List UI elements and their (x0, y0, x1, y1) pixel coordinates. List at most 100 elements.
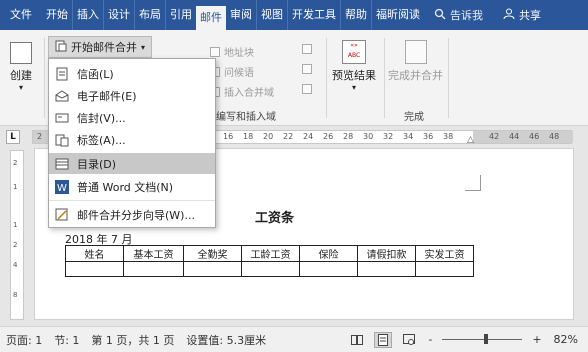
zoom-slider-knob[interactable] (484, 334, 489, 344)
table-cell[interactable] (65, 261, 124, 277)
menu-item-label: 普通 Word 文档(N) (77, 180, 174, 194)
preview-results-icon: «» ABC (342, 40, 366, 64)
insert-merge-field-button[interactable]: 插入合并域 (210, 84, 274, 99)
finish-merge-button[interactable]: 完成并合并 (388, 40, 443, 83)
status-page[interactable]: 页面: 1 (0, 332, 48, 348)
tab-view[interactable]: 视图 (256, 0, 287, 30)
word-doc-icon: W (55, 179, 69, 194)
document-title: 工资条 (255, 211, 295, 226)
menu-item-mail-merge-wizard[interactable]: 邮件合并分步向导(W)... (49, 204, 215, 225)
right-indent-marker[interactable]: △ (467, 135, 474, 145)
finish-group-label: 完成 (404, 112, 424, 123)
share-label: 共享 (519, 9, 541, 22)
tab-foxit[interactable]: 福昕阅读 (371, 0, 424, 30)
table-header-cell: 姓名 (65, 245, 124, 262)
ruler-tick: 46 (529, 132, 540, 141)
ruler-tick: 38 (443, 132, 454, 141)
menu-item-letters[interactable]: 信函(L) (49, 63, 215, 84)
tab-insert[interactable]: 插入 (72, 0, 103, 30)
menu-item-normal-word-document[interactable]: W 普通 Word 文档(N) (49, 176, 215, 197)
print-layout-icon (378, 333, 389, 346)
address-block-icon (210, 46, 220, 57)
greeting-line-label: 问候语 (224, 68, 254, 79)
insert-merge-field-label: 插入合并域 (224, 88, 274, 99)
menu-item-label: 标签(A)... (77, 133, 126, 147)
ruler-tick: 42 (489, 132, 500, 141)
tab-design[interactable]: 设计 (103, 0, 134, 30)
tab-layout[interactable]: 布局 (134, 0, 165, 30)
vruler-tick: 2 (13, 241, 18, 249)
create-button[interactable]: 创建 ▾ (10, 42, 32, 92)
ruler-tick: 48 (549, 132, 560, 141)
menu-item-email[interactable]: 电子邮件(E) (49, 85, 215, 106)
vruler-tick: 1 (13, 183, 18, 191)
vruler-tick: 1 (13, 221, 18, 229)
ruler-tick: 28 (343, 132, 354, 141)
zoom-out-button[interactable]: - (422, 333, 438, 346)
chevron-down-icon: ▾ (18, 83, 23, 92)
ribbon-separator (448, 38, 449, 118)
match-fields-icon (302, 64, 312, 74)
ruler-tick: 16 (223, 132, 234, 141)
ruler-tick: 2 (37, 132, 43, 141)
status-setting[interactable]: 设置值: 5.3厘米 (180, 332, 272, 348)
ruler-tick: 22 (283, 132, 294, 141)
preview-results-button[interactable]: «» ABC 预览结果 ▾ (332, 40, 376, 92)
chevron-down-icon: ▾ (351, 83, 356, 92)
print-layout-button[interactable] (374, 331, 393, 348)
start-mail-merge-button[interactable]: 开始邮件合并 ▾ (48, 36, 153, 58)
envelope-icon (55, 111, 69, 125)
tab-review[interactable]: 审阅 (226, 0, 256, 30)
label-icon (55, 133, 69, 147)
tab-references[interactable]: 引用 (165, 0, 196, 30)
menu-item-envelopes[interactable]: 信封(V)... (49, 107, 215, 128)
rules-button[interactable] (302, 44, 312, 54)
payroll-table[interactable]: 姓名 基本工资 全勤奖 工龄工资 保险 请假扣款 实发工资 (65, 245, 474, 277)
tab-mailings[interactable]: 邮件 (196, 6, 226, 30)
table-header-cell: 保险 (299, 245, 358, 262)
greeting-line-button[interactable]: 问候语 (210, 64, 254, 79)
zoom-in-button[interactable]: + (526, 333, 547, 346)
tab-file[interactable]: 文件 (0, 0, 42, 30)
status-page-count[interactable]: 第 1 页，共 1 页 (85, 332, 180, 348)
create-label: 创建 (10, 69, 32, 82)
vruler-tick: 8 (13, 291, 18, 299)
zoom-level[interactable]: 82% (548, 333, 588, 346)
table-cell[interactable] (415, 261, 474, 277)
tab-selector[interactable]: L (6, 130, 20, 144)
share-button[interactable]: 共享 (503, 7, 541, 23)
menu-item-directory[interactable]: 目录(D) (49, 153, 215, 174)
rules-icon (302, 44, 312, 54)
update-labels-button[interactable] (302, 84, 312, 94)
table-cell[interactable] (123, 261, 184, 277)
tab-help[interactable]: 帮助 (340, 0, 371, 30)
table-cell[interactable] (357, 261, 416, 277)
zoom-slider[interactable] (442, 334, 523, 344)
menu-item-label: 目录(D) (77, 157, 117, 171)
email-icon (55, 89, 69, 103)
finish-merge-icon (404, 40, 427, 64)
ribbon-tab-bar: 文件 开始 插入 设计 布局 引用 邮件 审阅 视图 开发工具 帮助 福昕阅读 … (0, 0, 588, 30)
search-placeholder: 告诉我 (450, 9, 483, 22)
tell-me-search[interactable]: 告诉我 (434, 7, 483, 23)
vertical-ruler[interactable]: 2 1 1 2 4 8 (10, 150, 24, 320)
menu-separator (49, 200, 215, 201)
ruler-tick: 36 (423, 132, 434, 141)
address-block-button[interactable]: 地址块 (210, 44, 254, 59)
menu-item-labels[interactable]: 标签(A)... (49, 129, 215, 150)
tab-developer[interactable]: 开发工具 (287, 0, 340, 30)
status-section[interactable]: 节: 1 (48, 332, 85, 348)
read-mode-button[interactable] (348, 332, 366, 348)
tab-home[interactable]: 开始 (42, 0, 72, 30)
table-header-cell: 全勤奖 (183, 245, 242, 262)
vruler-tick: 4 (13, 261, 18, 269)
table-row (65, 261, 474, 277)
table-cell[interactable] (241, 261, 300, 277)
table-header-cell: 请假扣款 (357, 245, 416, 262)
web-layout-button[interactable] (400, 332, 418, 348)
table-cell[interactable] (299, 261, 358, 277)
ribbon-separator (44, 38, 45, 118)
finish-merge-label: 完成并合并 (388, 69, 443, 82)
match-fields-button[interactable] (302, 64, 312, 74)
table-cell[interactable] (183, 261, 242, 277)
